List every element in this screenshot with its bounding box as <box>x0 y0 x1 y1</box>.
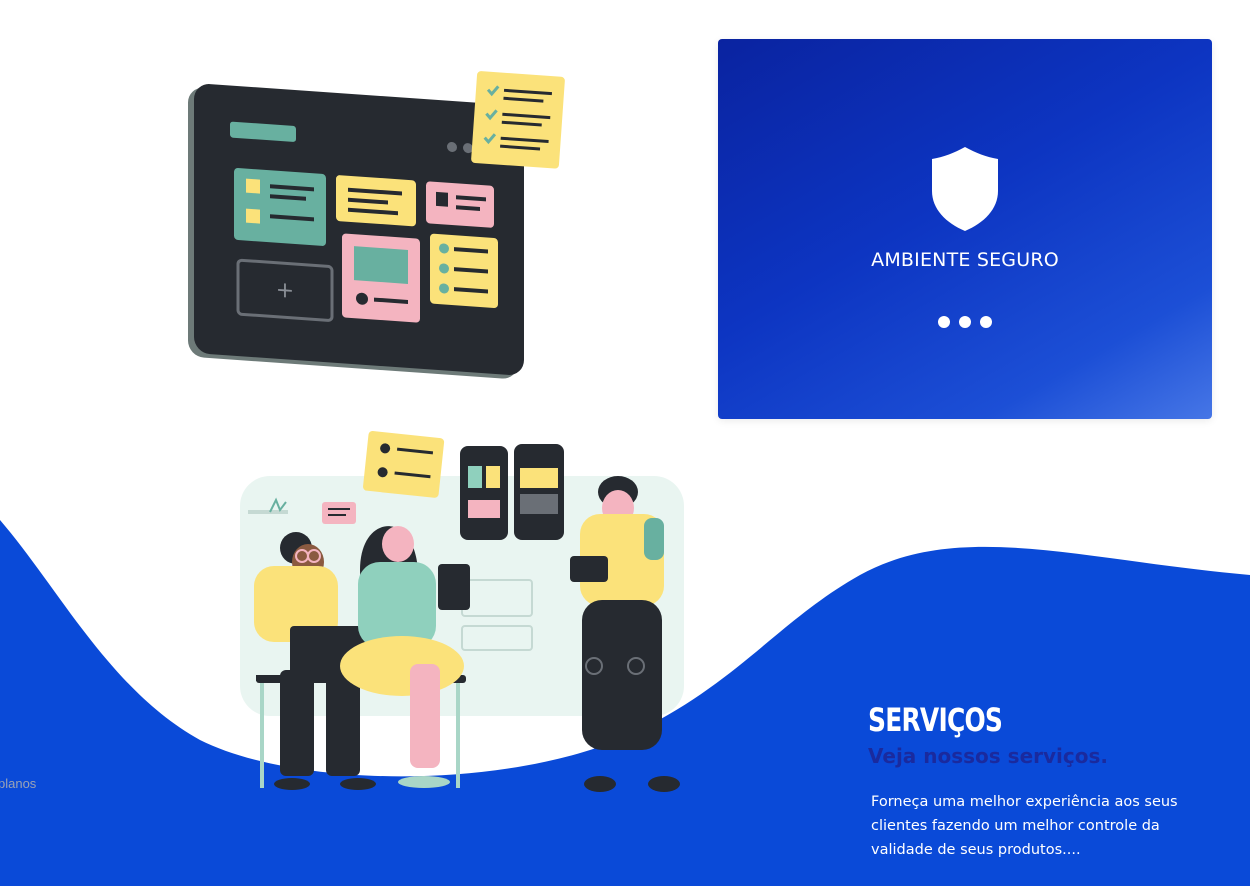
svg-text:+: + <box>276 278 294 304</box>
services-subtitle: Veja nossos serviços. <box>868 744 1108 768</box>
loading-dots-icon <box>938 315 992 329</box>
services-title: SERVIÇOS <box>868 701 1003 739</box>
services-description: Forneça uma melhor experiência aos seus … <box>871 794 1178 858</box>
dashboard-tablet-illustration: + <box>188 71 565 379</box>
security-card: AMBIENTE SEGURO <box>718 39 1212 419</box>
card-title: AMBIENTE SEGURO <box>871 249 1059 271</box>
left-edge-text: planos <box>0 776 37 791</box>
shield-icon <box>932 147 998 231</box>
services-section: SERVIÇOS Veja nossos serviços. Forneça u… <box>868 700 1228 862</box>
team-collaboration-illustration <box>240 430 684 792</box>
